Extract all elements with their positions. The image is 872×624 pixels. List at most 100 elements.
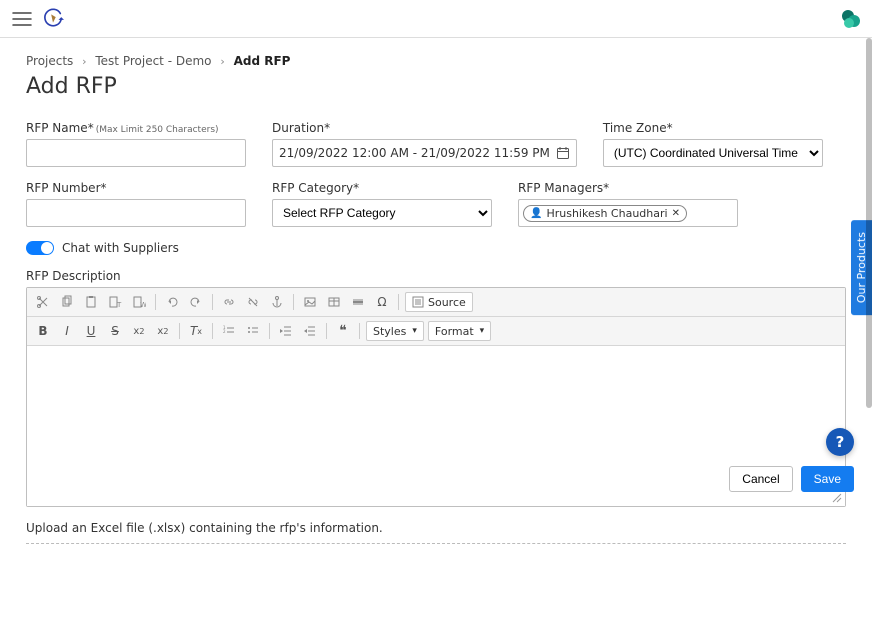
form-row-1: RFP Name*(Max Limit 250 Characters) Dura… bbox=[26, 121, 846, 167]
blockquote-icon[interactable]: ❝ bbox=[333, 321, 353, 341]
label-text: RFP Name* bbox=[26, 121, 94, 135]
duration-input[interactable]: 21/09/2022 12:00 AM - 21/09/2022 11:59 P… bbox=[272, 139, 577, 167]
subscript-icon[interactable]: x2 bbox=[129, 321, 149, 341]
undo-icon[interactable] bbox=[162, 292, 182, 312]
duration-value: 21/09/2022 12:00 AM - 21/09/2022 11:59 P… bbox=[279, 146, 550, 160]
field-rfp-number: RFP Number* bbox=[26, 181, 246, 227]
toolbar-separator bbox=[326, 323, 327, 339]
main-content: Projects › Test Project - Demo › Add RFP… bbox=[0, 38, 872, 624]
ordered-list-icon[interactable]: 12 bbox=[219, 321, 239, 341]
toolbar-separator bbox=[269, 323, 270, 339]
source-button[interactable]: Source bbox=[405, 292, 473, 312]
special-char-icon[interactable]: Ω bbox=[372, 292, 392, 312]
format-dropdown[interactable]: Format ▾ bbox=[428, 321, 491, 341]
chevron-down-icon: ▾ bbox=[412, 326, 417, 336]
breadcrumb-item-projects[interactable]: Projects bbox=[26, 54, 73, 68]
rfp-name-input[interactable] bbox=[26, 139, 246, 167]
manager-chip-label: Hrushikesh Chaudhari bbox=[546, 207, 667, 220]
page-title: Add RFP bbox=[26, 74, 846, 99]
rfp-category-select[interactable]: Select RFP Category bbox=[272, 199, 492, 227]
table-icon[interactable] bbox=[324, 292, 344, 312]
label-hint: (Max Limit 250 Characters) bbox=[96, 125, 219, 135]
styles-dropdown-label: Styles bbox=[373, 325, 406, 338]
top-bar bbox=[0, 0, 872, 38]
breadcrumb-item-current: Add RFP bbox=[234, 54, 291, 68]
anchor-icon[interactable] bbox=[267, 292, 287, 312]
toolbar-separator bbox=[212, 294, 213, 310]
bold-icon[interactable]: B bbox=[33, 321, 53, 341]
format-dropdown-label: Format bbox=[435, 325, 474, 338]
menu-icon[interactable] bbox=[12, 11, 32, 27]
person-icon: 👤 bbox=[530, 208, 542, 219]
unordered-list-icon[interactable] bbox=[243, 321, 263, 341]
label-timezone: Time Zone* bbox=[603, 121, 823, 135]
chat-suppliers-label: Chat with Suppliers bbox=[62, 241, 179, 255]
toolbar-separator bbox=[179, 323, 180, 339]
top-left-group bbox=[12, 8, 64, 30]
editor-toolbar-row-2: B I U S x2 x2 Tx 12 ❝ bbox=[27, 317, 845, 346]
superscript-icon[interactable]: x2 bbox=[153, 321, 173, 341]
upload-instruction: Upload an Excel file (.xlsx) containing … bbox=[26, 521, 846, 544]
toolbar-separator bbox=[359, 323, 360, 339]
chat-suppliers-toggle[interactable] bbox=[26, 241, 54, 255]
rfp-number-input[interactable] bbox=[26, 199, 246, 227]
scrollbar-track bbox=[866, 38, 872, 500]
chevron-right-icon: › bbox=[220, 55, 224, 68]
italic-icon[interactable]: I bbox=[57, 321, 77, 341]
toolbar-separator bbox=[155, 294, 156, 310]
scrollbar-thumb[interactable] bbox=[866, 38, 872, 408]
svg-text:2: 2 bbox=[223, 329, 226, 334]
rfp-managers-input[interactable]: 👤 Hrushikesh Chaudhari ✕ bbox=[518, 199, 738, 227]
hr-icon[interactable] bbox=[348, 292, 368, 312]
toolbar-separator bbox=[212, 323, 213, 339]
breadcrumb: Projects › Test Project - Demo › Add RFP bbox=[26, 54, 846, 68]
footer-actions: Cancel Save bbox=[729, 466, 854, 492]
chevron-down-icon: ▾ bbox=[480, 326, 485, 336]
svg-text:W: W bbox=[140, 301, 146, 309]
outdent-icon[interactable] bbox=[276, 321, 296, 341]
copy-icon[interactable] bbox=[57, 292, 77, 312]
save-button[interactable]: Save bbox=[801, 466, 854, 492]
timezone-select[interactable]: (UTC) Coordinated Universal Time bbox=[603, 139, 823, 167]
label-rfp-category: RFP Category* bbox=[272, 181, 492, 195]
sharepoint-icon[interactable] bbox=[840, 9, 860, 29]
field-timezone: Time Zone* (UTC) Coordinated Universal T… bbox=[603, 121, 823, 167]
paste-text-icon[interactable]: T bbox=[105, 292, 125, 312]
form-row-2: RFP Number* RFP Category* Select RFP Cat… bbox=[26, 181, 846, 227]
field-rfp-name: RFP Name*(Max Limit 250 Characters) bbox=[26, 121, 246, 167]
toolbar-separator bbox=[293, 294, 294, 310]
underline-icon[interactable]: U bbox=[81, 321, 101, 341]
rich-text-editor: T W bbox=[26, 287, 846, 507]
chip-remove-icon[interactable]: ✕ bbox=[672, 208, 680, 219]
unlink-icon[interactable] bbox=[243, 292, 263, 312]
toggle-chat-suppliers: Chat with Suppliers bbox=[26, 241, 846, 255]
indent-icon[interactable] bbox=[300, 321, 320, 341]
strike-icon[interactable]: S bbox=[105, 321, 125, 341]
styles-dropdown[interactable]: Styles ▾ bbox=[366, 321, 424, 341]
editor-toolbar-row-1: T W bbox=[27, 288, 845, 317]
cut-icon[interactable] bbox=[33, 292, 53, 312]
help-fab[interactable]: ? bbox=[826, 428, 854, 456]
breadcrumb-item-project[interactable]: Test Project - Demo bbox=[95, 54, 211, 68]
field-duration: Duration* 21/09/2022 12:00 AM - 21/09/20… bbox=[272, 121, 577, 167]
link-icon[interactable] bbox=[219, 292, 239, 312]
image-icon[interactable] bbox=[300, 292, 320, 312]
paste-word-icon[interactable]: W bbox=[129, 292, 149, 312]
field-rfp-managers: RFP Managers* 👤 Hrushikesh Chaudhari ✕ bbox=[518, 181, 738, 227]
resize-grip-icon[interactable] bbox=[831, 492, 843, 504]
label-rfp-description: RFP Description bbox=[26, 269, 846, 283]
paste-icon[interactable] bbox=[81, 292, 101, 312]
remove-format-icon[interactable]: Tx bbox=[186, 321, 206, 341]
field-rfp-category: RFP Category* Select RFP Category bbox=[272, 181, 492, 227]
toolbar-separator bbox=[398, 294, 399, 310]
label-rfp-managers: RFP Managers* bbox=[518, 181, 738, 195]
label-rfp-number: RFP Number* bbox=[26, 181, 246, 195]
source-button-label: Source bbox=[428, 296, 466, 309]
editor-content-area[interactable] bbox=[27, 346, 845, 506]
redo-icon[interactable] bbox=[186, 292, 206, 312]
chevron-right-icon: › bbox=[82, 55, 86, 68]
calendar-icon[interactable] bbox=[556, 146, 570, 160]
svg-text:T: T bbox=[116, 301, 122, 309]
app-logo-icon[interactable] bbox=[42, 8, 64, 30]
cancel-button[interactable]: Cancel bbox=[729, 466, 792, 492]
